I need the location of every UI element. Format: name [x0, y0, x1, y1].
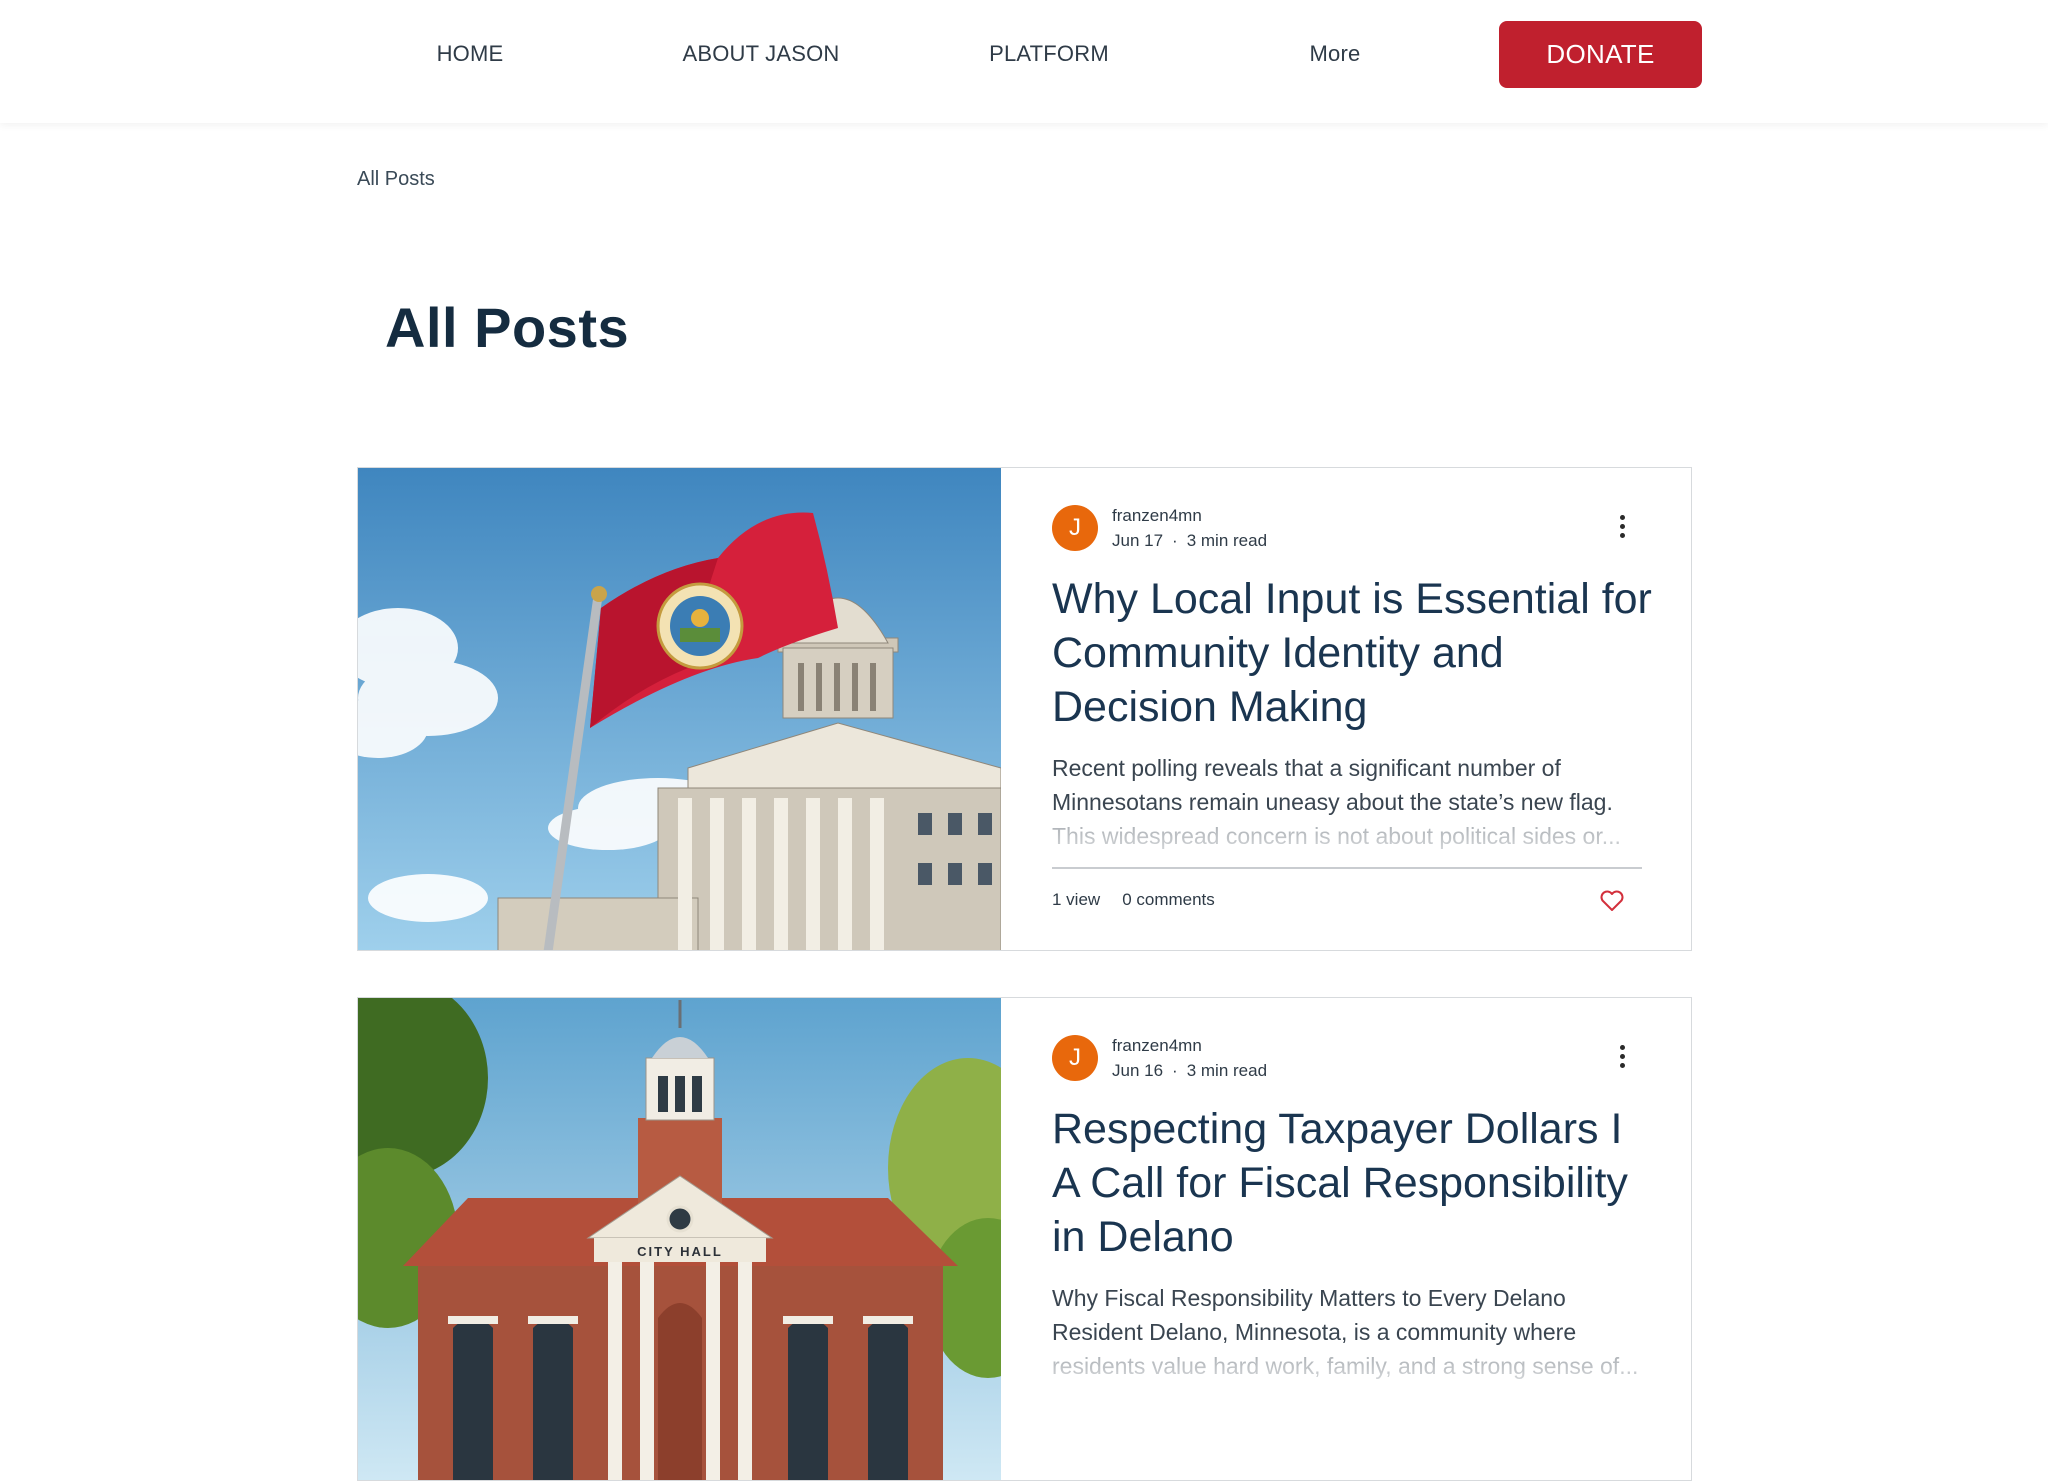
- post-meta: Jun 17 · 3 min read: [1112, 531, 1267, 551]
- city-hall-image[interactable]: CITY HALL: [358, 998, 1001, 1480]
- read-time: 3 min read: [1186, 1061, 1268, 1080]
- post-card[interactable]: CITY HALL J franzen4mn Jun 16 · 3 min read: [357, 997, 1692, 1481]
- meta-separator: ·: [1172, 1061, 1178, 1080]
- heart-like-icon[interactable]: [1599, 889, 1625, 913]
- nav-platform-link[interactable]: PLATFORM: [975, 0, 1123, 108]
- excerpt-fade: [1052, 1350, 1652, 1384]
- author-name[interactable]: franzen4mn: [1112, 506, 1202, 526]
- donate-button[interactable]: DONATE: [1499, 21, 1702, 88]
- author-avatar[interactable]: J: [1052, 1035, 1098, 1081]
- more-options-icon[interactable]: [1611, 512, 1635, 542]
- page-title: All Posts: [385, 296, 630, 359]
- author-avatar[interactable]: J: [1052, 505, 1098, 551]
- meta-separator: ·: [1172, 531, 1178, 550]
- flag-capitol-image[interactable]: [358, 468, 1001, 950]
- comment-count[interactable]: 0 comments: [1122, 890, 1215, 909]
- nav-more-link[interactable]: More: [1265, 0, 1405, 108]
- city-hall-sign: CITY HALL: [637, 1244, 723, 1259]
- post-card[interactable]: J franzen4mn Jun 17 · 3 min read Why Local…: [357, 467, 1692, 951]
- card-divider: [1052, 867, 1642, 869]
- site-header: HOME ABOUT JASON PLATFORM More DONATE: [0, 0, 2048, 123]
- nav-about-link[interactable]: ABOUT JASON: [676, 0, 846, 108]
- read-time: 3 min read: [1186, 531, 1268, 550]
- post-stats: 1 view 0 comments: [1052, 890, 1215, 910]
- view-count: 1 view: [1052, 890, 1101, 909]
- post-title[interactable]: Why Local Input is Essential for Communi…: [1052, 572, 1652, 734]
- post-date: Jun 16: [1112, 1061, 1164, 1080]
- more-options-icon[interactable]: [1611, 1042, 1635, 1072]
- nav-home-link[interactable]: HOME: [395, 0, 545, 108]
- post-title[interactable]: Respecting Taxpayer Dollars I A Call for…: [1052, 1102, 1652, 1264]
- post-meta: Jun 16 · 3 min read: [1112, 1061, 1267, 1081]
- post-date: Jun 17: [1112, 531, 1164, 550]
- author-name[interactable]: franzen4mn: [1112, 1036, 1202, 1056]
- breadcrumb-all-posts[interactable]: All Posts: [357, 168, 435, 191]
- excerpt-fade: [1052, 820, 1652, 854]
